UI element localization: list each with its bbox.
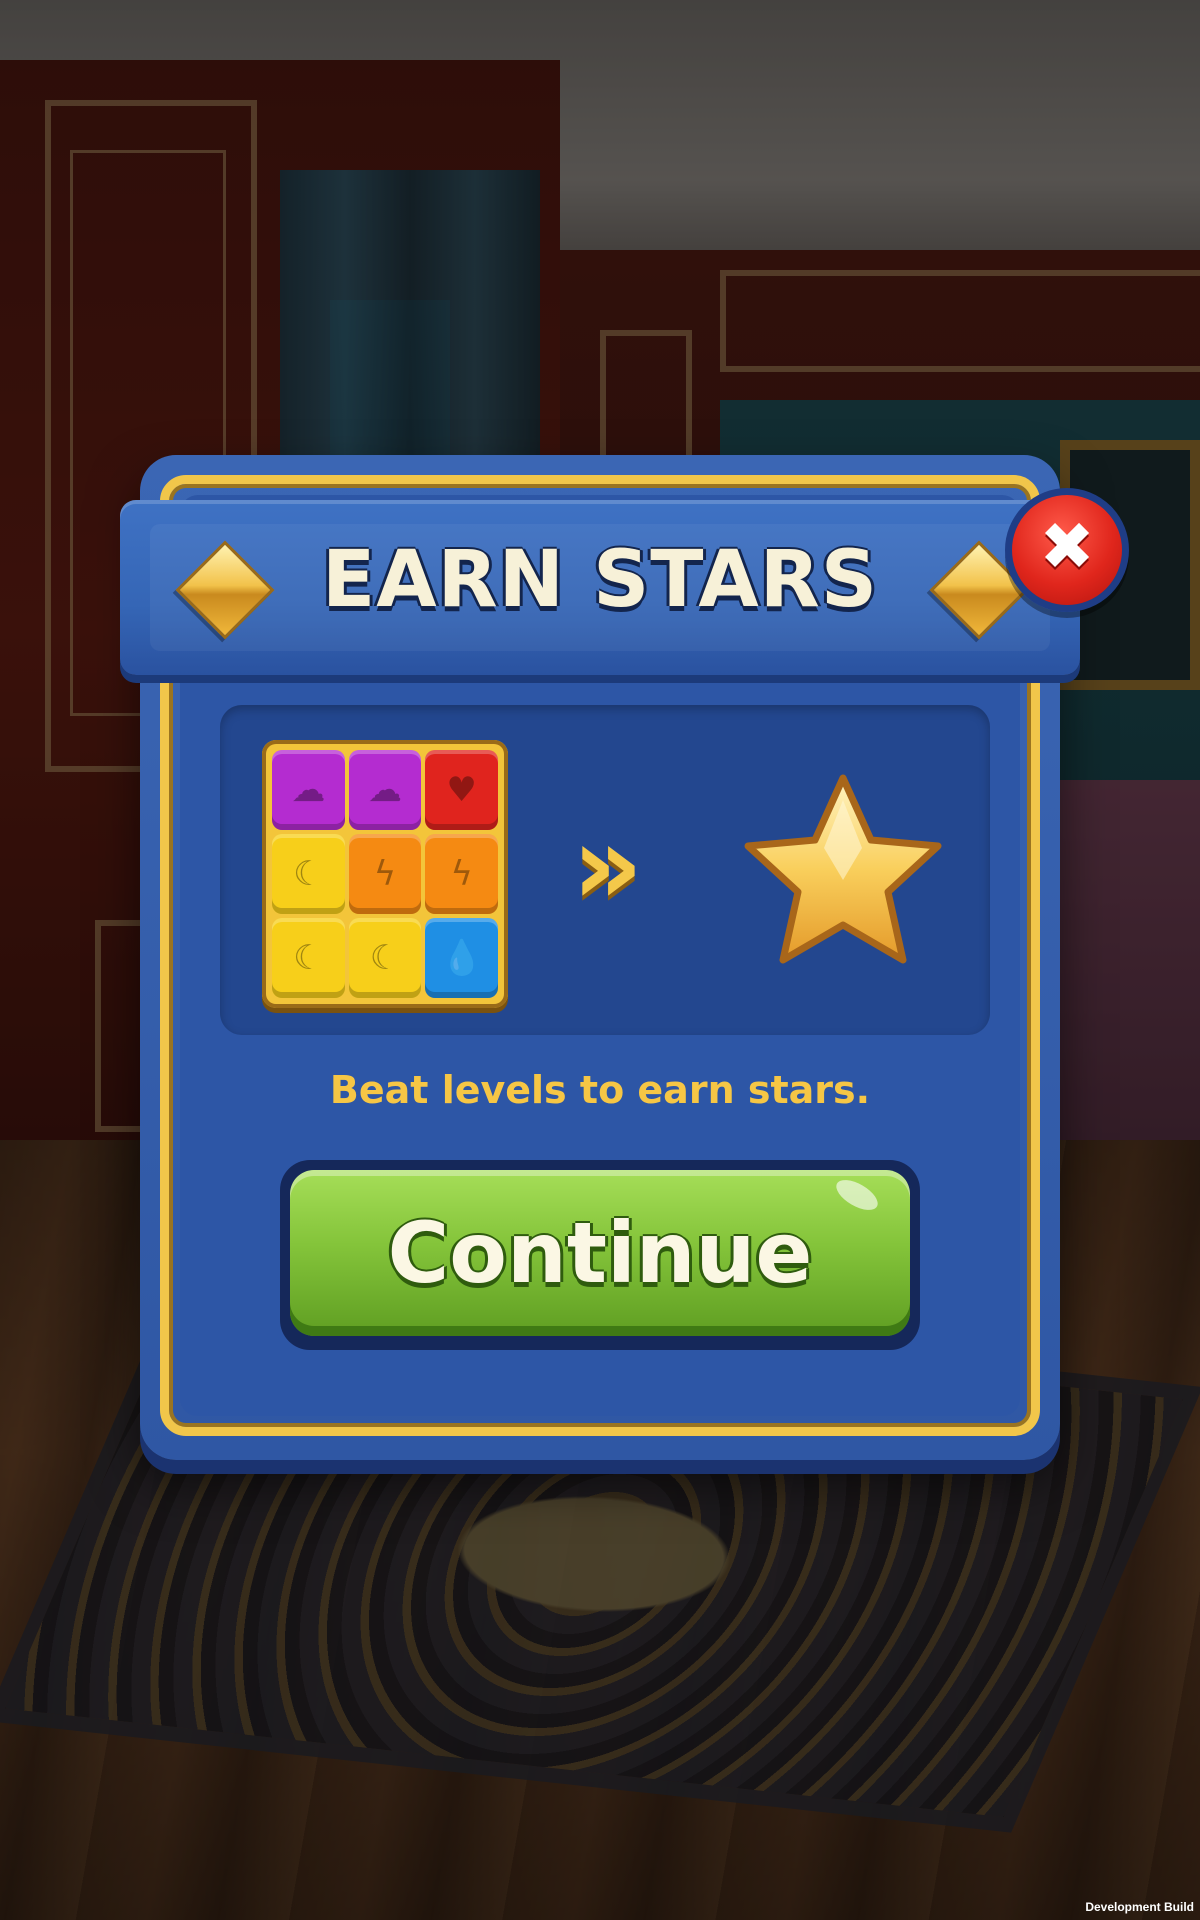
tile-yellow: ☾ — [272, 834, 345, 914]
moon-icon: ☾ — [369, 938, 401, 978]
tile-grid: ☁ ☁ ♥ ☾ ϟ ϟ ☾ ☾ 💧 — [272, 750, 498, 998]
tile-purple: ☁ — [348, 750, 422, 830]
double-chevron-right-icon: » — [572, 801, 643, 929]
tile-yellow: ☾ — [348, 918, 422, 998]
continue-button-label: Continue — [387, 1204, 813, 1302]
star-icon — [744, 774, 942, 964]
droplet-icon: 💧 — [440, 938, 483, 978]
lightning-icon: ϟ — [450, 854, 473, 894]
dialog-description: Beat levels to earn stars. — [329, 1068, 871, 1112]
build-watermark: Development Build — [1085, 1900, 1194, 1914]
tile-yellow: ☾ — [272, 918, 345, 998]
continue-button[interactable]: Continue — [280, 1160, 920, 1350]
tile-orange: ϟ — [425, 834, 498, 914]
tile-orange: ϟ — [348, 834, 422, 914]
cloud-icon: ☁ — [291, 770, 326, 810]
dialog-title: EARN STARS — [321, 535, 879, 625]
tile-board-icon: ☁ ☁ ♥ ☾ ϟ ϟ ☾ ☾ 💧 — [262, 740, 508, 1008]
moon-icon: ☾ — [293, 938, 324, 978]
heart-icon: ♥ — [446, 770, 477, 810]
close-button[interactable]: ✖ — [1005, 488, 1129, 612]
tile-purple: ☁ — [272, 750, 345, 830]
tile-blue: 💧 — [425, 918, 498, 998]
lightning-icon: ϟ — [373, 854, 397, 894]
cloud-icon: ☁ — [367, 770, 402, 810]
tile-red: ♥ — [425, 750, 498, 830]
moon-icon: ☾ — [293, 854, 324, 894]
close-icon: ✖ — [1039, 508, 1095, 585]
